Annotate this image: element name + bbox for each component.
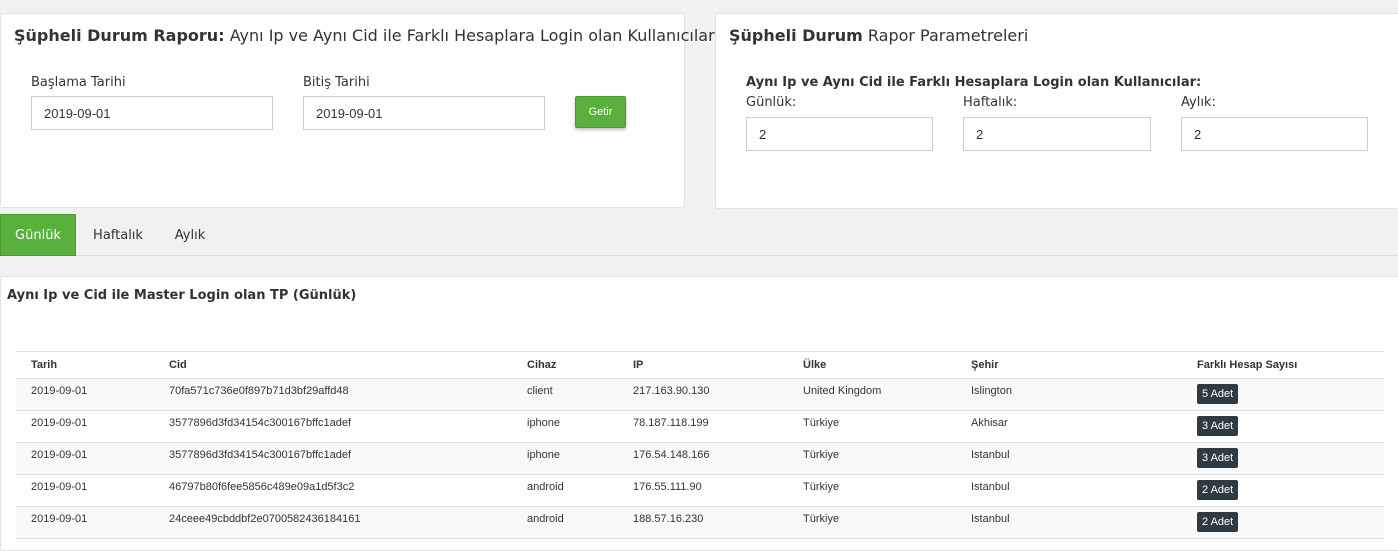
- cell-country: Türkiye: [788, 442, 956, 475]
- monthly-threshold-label: Aylık:: [1181, 95, 1216, 110]
- params-subheading: Aynı Ip ve Aynı Cid ile Farklı Hesaplara…: [746, 75, 1202, 90]
- results-panel: Aynı Ip ve Cid ile Master Login olan TP …: [0, 276, 1398, 551]
- account-count-badge[interactable]: 2 Adet: [1197, 480, 1239, 500]
- cell-country: United Kingdom: [788, 378, 956, 411]
- cell-account-count: 3 Adet: [1182, 442, 1384, 475]
- cell-city: Istanbul: [956, 442, 1182, 475]
- col-header-device[interactable]: Cihaz: [512, 351, 618, 379]
- cell-city: Akhisar: [956, 410, 1182, 443]
- col-header-account-count[interactable]: Farklı Hesap Sayısı: [1182, 351, 1384, 379]
- table-row: 2019-09-01 24ceee49cbddbf2e0700582436184…: [16, 506, 1384, 539]
- cell-country: Türkiye: [788, 410, 956, 443]
- col-header-city[interactable]: Şehir: [956, 351, 1182, 379]
- cell-date: 2019-09-01: [16, 442, 154, 475]
- account-count-badge[interactable]: 5 Adet: [1197, 384, 1239, 404]
- start-date-input[interactable]: [31, 96, 273, 130]
- col-header-date[interactable]: Tarih: [16, 351, 154, 379]
- col-header-cid[interactable]: Cid: [154, 351, 512, 379]
- table-row: 2019-09-01 46797b80f6fee5856c489e09a1d5f…: [16, 474, 1384, 507]
- cell-device: android: [512, 506, 618, 539]
- report-params-panel: Şüpheli Durum Rapor Parametreleri Aynı I…: [715, 13, 1398, 209]
- cell-device: iphone: [512, 410, 618, 443]
- cell-city: Islington: [956, 378, 1182, 411]
- cell-date: 2019-09-01: [16, 410, 154, 443]
- cell-cid: 24ceee49cbddbf2e0700582436184161: [154, 506, 512, 539]
- cell-date: 2019-09-01: [16, 506, 154, 539]
- cell-ip: 78.187.118.199: [618, 410, 788, 443]
- daily-threshold-label: Günlük:: [746, 95, 797, 110]
- tab-monthly[interactable]: Aylık: [160, 214, 220, 256]
- weekly-threshold-label: Haftalık:: [963, 95, 1018, 110]
- cell-device: client: [512, 378, 618, 411]
- monthly-threshold-input[interactable]: [1181, 117, 1368, 151]
- cell-account-count: 3 Adet: [1182, 410, 1384, 443]
- cell-account-count: 5 Adet: [1182, 378, 1384, 411]
- end-date-input[interactable]: [303, 96, 545, 130]
- account-count-badge[interactable]: 2 Adet: [1197, 512, 1239, 532]
- cell-cid: 3577896d3fd34154c300167bffc1adef: [154, 410, 512, 443]
- end-date-label: Bitiş Tarihi: [303, 75, 370, 90]
- account-count-badge[interactable]: 3 Adet: [1197, 416, 1239, 436]
- params-title-text: Rapor Parametreleri: [867, 26, 1029, 45]
- cell-device: iphone: [512, 442, 618, 475]
- report-filter-title: Şüpheli Durum Raporu: Aynı Ip ve Aynı Ci…: [14, 26, 715, 45]
- report-title-text: Aynı Ip ve Aynı Cid ile Farklı Hesaplara…: [229, 26, 715, 45]
- cell-date: 2019-09-01: [16, 474, 154, 507]
- tab-weekly[interactable]: Haftalık: [82, 214, 154, 256]
- col-header-ip[interactable]: IP: [618, 351, 788, 379]
- cell-ip: 176.54.148.166: [618, 442, 788, 475]
- tab-daily[interactable]: Günlük: [0, 214, 76, 256]
- table-header-row: Tarih Cid Cihaz IP Ülke Şehir Farklı Hes…: [16, 351, 1384, 379]
- table-row: 2019-09-01 3577896d3fd34154c300167bffc1a…: [16, 410, 1384, 443]
- fetch-button[interactable]: Getir: [575, 96, 626, 128]
- cell-ip: 217.163.90.130: [618, 378, 788, 411]
- cell-date: 2019-09-01: [16, 378, 154, 411]
- cell-city: Istanbul: [956, 474, 1182, 507]
- params-title: Şüpheli Durum Rapor Parametreleri: [729, 26, 1028, 45]
- daily-threshold-input[interactable]: [746, 117, 933, 151]
- weekly-threshold-input[interactable]: [963, 117, 1151, 151]
- cell-ip: 176.55.111.90: [618, 474, 788, 507]
- cell-country: Türkiye: [788, 474, 956, 507]
- start-date-label: Başlama Tarihi: [31, 75, 126, 90]
- table-row: 2019-09-01 3577896d3fd34154c300167bffc1a…: [16, 442, 1384, 475]
- cell-cid: 46797b80f6fee5856c489e09a1d5f3c2: [154, 474, 512, 507]
- params-title-bold: Şüpheli Durum: [729, 26, 863, 45]
- cell-device: android: [512, 474, 618, 507]
- col-header-country[interactable]: Ülke: [788, 351, 956, 379]
- cell-cid: 70fa571c736e0f897b71d3bf29affd48: [154, 378, 512, 411]
- report-filter-panel: Şüpheli Durum Raporu: Aynı Ip ve Aynı Ci…: [0, 13, 715, 208]
- period-tabs: Günlük Haftalık Aylık: [0, 214, 1398, 256]
- results-title: Aynı Ip ve Cid ile Master Login olan TP …: [7, 288, 357, 303]
- cell-ip: 188.57.16.230: [618, 506, 788, 539]
- results-table: Tarih Cid Cihaz IP Ülke Şehir Farklı Hes…: [16, 351, 1384, 539]
- account-count-badge[interactable]: 3 Adet: [1197, 448, 1239, 468]
- cell-country: Türkiye: [788, 506, 956, 539]
- cell-account-count: 2 Adet: [1182, 506, 1384, 539]
- table-row: 2019-09-01 70fa571c736e0f897b71d3bf29aff…: [16, 378, 1384, 411]
- cell-account-count: 2 Adet: [1182, 474, 1384, 507]
- report-title-bold: Şüpheli Durum Raporu:: [14, 26, 225, 45]
- cell-cid: 3577896d3fd34154c300167bffc1adef: [154, 442, 512, 475]
- cell-city: Istanbul: [956, 506, 1182, 539]
